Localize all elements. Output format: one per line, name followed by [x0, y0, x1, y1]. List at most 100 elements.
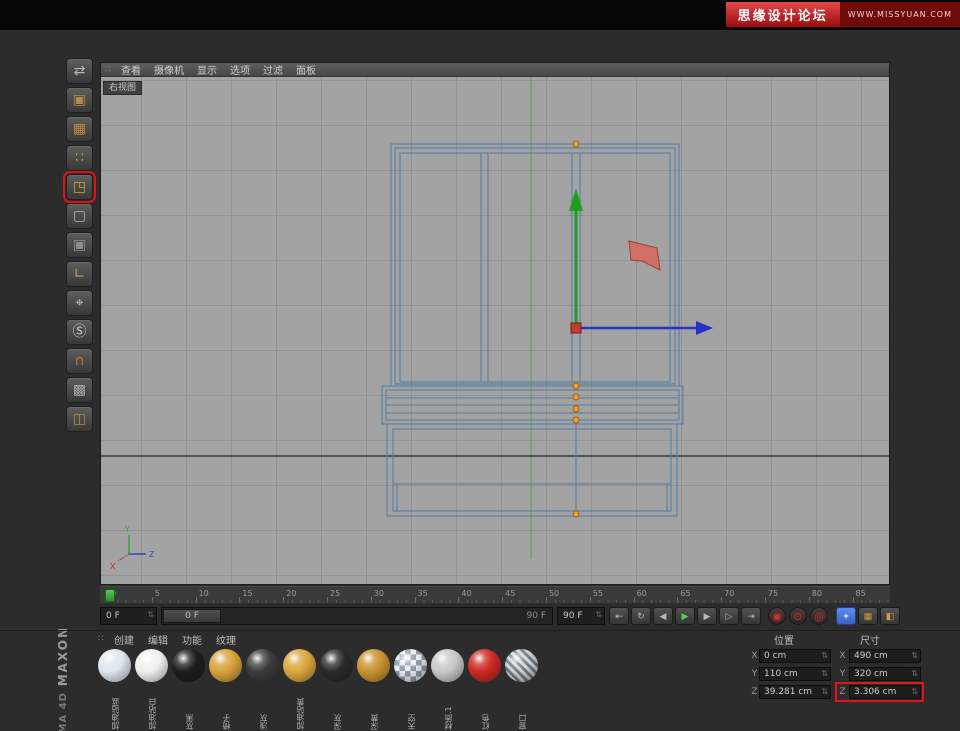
viewport-menu-item[interactable]: 摄像机 — [154, 62, 184, 77]
material-name[interactable]: 椅子 — [221, 684, 242, 730]
record-glyph-icon: ◎ — [814, 610, 824, 623]
go-to-end-button[interactable]: ⇥ — [741, 607, 761, 625]
viewport-overlay: Y X Z — [101, 77, 889, 584]
record-glyph-icon: ◉ — [772, 610, 782, 623]
viewport-canvas[interactable]: Y X Z 右视图 — [101, 77, 889, 584]
material-ball[interactable] — [320, 649, 353, 682]
material-menu-item[interactable]: 编辑 — [148, 632, 168, 647]
position-field[interactable]: 39.281 cm — [759, 685, 831, 699]
material-name[interactable]: 浅灰 — [258, 684, 279, 730]
preview-range-slider[interactable]: 0 F 90 F — [161, 607, 553, 625]
wireframe-model[interactable] — [382, 144, 683, 516]
tool-texture-mode[interactable]: ▦ — [66, 116, 93, 142]
coordinate-row: Z 39.281 cm Z 3.306 cm — [748, 683, 960, 701]
button-glyph-icon: ▷ — [726, 611, 733, 622]
material-name[interactable]: 红色 — [480, 684, 501, 730]
material-menu-item[interactable]: 纹理 — [216, 632, 236, 647]
tool-icon: ⇄ — [74, 64, 86, 78]
viewport-menu-item[interactable]: 过滤 — [263, 62, 283, 77]
material-name[interactable]: 深灰 — [332, 684, 353, 730]
button-glyph-icon: ⇤ — [615, 611, 623, 622]
gizmo-center-handle[interactable] — [571, 323, 581, 333]
material-menu-item[interactable]: 功能 — [182, 632, 202, 647]
material-ball[interactable] — [468, 649, 501, 682]
material-name[interactable]: 加油站黄 — [295, 684, 316, 730]
render-view-button[interactable]: ◧ — [880, 607, 900, 625]
tool-object-axis-mode[interactable]: ▣ — [66, 232, 93, 258]
material-ball[interactable] — [135, 649, 168, 682]
z-axis-arrowhead[interactable] — [696, 321, 713, 335]
loop-mode-button[interactable]: ↻ — [631, 607, 651, 625]
material-ball[interactable] — [98, 649, 131, 682]
tool-icon: ▦ — [73, 122, 86, 136]
material-ball[interactable] — [505, 649, 538, 682]
range-start-handle[interactable]: 0 F — [163, 609, 221, 623]
material-name[interactable]: 材质.1 — [443, 684, 464, 730]
material-item: 椅子 — [209, 649, 242, 730]
current-frame-field[interactable]: 0 F — [100, 607, 157, 625]
tool-make-editable[interactable]: ⇄ — [66, 58, 93, 84]
tool-point-mode[interactable]: ∷ — [66, 145, 93, 171]
material-ball[interactable] — [246, 649, 279, 682]
panel-divider — [0, 630, 960, 631]
position-field[interactable]: 110 cm — [759, 667, 831, 681]
tool-snap-settings[interactable]: Ⓢ — [66, 319, 93, 345]
y-axis-arrowhead[interactable] — [569, 188, 583, 211]
material-name[interactable]: 窗口 — [517, 684, 538, 730]
material-ball[interactable] — [283, 649, 316, 682]
viewport-menu-item[interactable]: 面板 — [296, 62, 316, 77]
end-frame-field[interactable]: 90 F — [557, 607, 605, 625]
next-frame-button[interactable]: ▶ — [697, 607, 717, 625]
material-ball[interactable] — [357, 649, 390, 682]
previous-frame-button[interactable]: ◀ — [653, 607, 673, 625]
ruler-tick: 30 — [371, 587, 415, 603]
next-key-button[interactable]: ▷ — [719, 607, 739, 625]
size-field[interactable]: 320 cm — [849, 667, 921, 681]
material-item: 天空 — [394, 649, 427, 730]
tool-magnet-snap[interactable]: ∩ — [66, 348, 93, 374]
viewport-menu-item[interactable]: 选项 — [230, 62, 250, 77]
workplane-grid-button[interactable]: ▦ — [858, 607, 878, 625]
position-axis-label: Z — [750, 687, 759, 697]
record-options-button[interactable]: ◎ — [810, 607, 828, 625]
size-axis-label: X — [838, 651, 847, 661]
material-ball[interactable] — [431, 649, 464, 682]
size-field[interactable]: 3.306 cm — [849, 685, 921, 699]
viewport-menu-item[interactable]: 显示 — [197, 62, 217, 77]
forum-banner-link[interactable]: 思缘设计论坛 WWW.MISSYUAN.COM — [726, 2, 960, 27]
position-field[interactable]: 0 cm — [759, 649, 831, 663]
material-name[interactable]: 加油站蓝 — [110, 684, 131, 730]
tool-viewport-nav[interactable]: ⌖ — [66, 290, 93, 316]
go-to-start-button[interactable]: ⇤ — [609, 607, 629, 625]
material-name[interactable]: 天空 — [406, 684, 427, 730]
move-lock-button[interactable]: + — [836, 607, 856, 625]
material-ball[interactable] — [172, 649, 205, 682]
size-value: 320 cm — [854, 669, 888, 679]
record-keyframe-button[interactable]: ◉ — [768, 607, 786, 625]
autokey-button[interactable]: ⊙ — [789, 607, 807, 625]
move-gizmo[interactable] — [569, 188, 713, 335]
button-glyph-icon: ▶ — [704, 611, 711, 622]
material-name[interactable]: 灰黑 — [184, 684, 205, 730]
tool-model-mode[interactable]: ▣ — [66, 87, 93, 113]
material-menu-item[interactable]: 创建 — [114, 632, 134, 647]
plane-handle[interactable] — [629, 241, 660, 270]
size-field[interactable]: 490 cm — [849, 649, 921, 663]
material-ball[interactable] — [394, 649, 427, 682]
material-ball[interactable] — [209, 649, 242, 682]
tool-edge-mode[interactable]: ◳ — [66, 174, 93, 200]
viewport-menu-item[interactable]: 查看 — [121, 62, 141, 77]
tool-texture-lock[interactable]: ▩ — [66, 377, 93, 403]
panel-grip-icon[interactable]: ∷ — [105, 65, 111, 75]
tool-workplane-mode[interactable]: ∟ — [66, 261, 93, 287]
play-button[interactable]: ▶ — [675, 607, 695, 625]
tool-axis-lock[interactable]: ◫ — [66, 406, 93, 432]
end-frame-value: 90 F — [563, 611, 583, 621]
timeline-ruler[interactable]: 0 5 10 15 20 25 30 35 40 45 50 55 60 65 … — [100, 586, 890, 604]
material-name[interactable]: 深黄 — [369, 684, 390, 730]
ruler-tick: 70 — [721, 587, 765, 603]
material-name[interactable]: 加油站白 — [147, 684, 168, 730]
tool-polygon-mode[interactable]: ▢ — [66, 203, 93, 229]
panel-grip-icon[interactable]: ∷ — [98, 634, 104, 644]
playhead-marker[interactable] — [105, 589, 115, 602]
